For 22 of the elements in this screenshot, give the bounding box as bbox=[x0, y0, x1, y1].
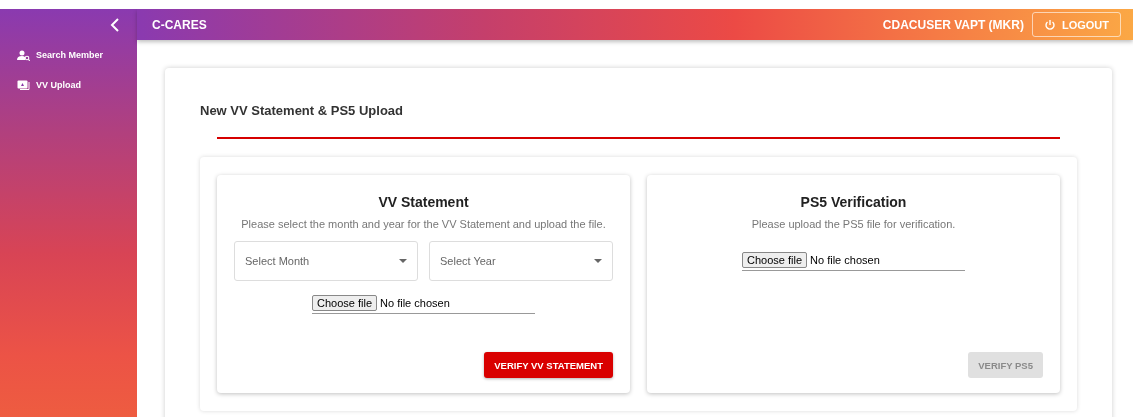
choose-file-button[interactable]: Choose file bbox=[742, 252, 808, 268]
screen-icon bbox=[17, 80, 30, 90]
card-title: VV Statement bbox=[377, 194, 470, 210]
card-description: Please select the month and year for the VV Statement and upload the file. bbox=[240, 217, 607, 232]
file-status: No file chosen bbox=[380, 297, 450, 309]
card-description: Please upload the PS5 file for verification. bbox=[750, 217, 957, 232]
power-icon bbox=[1043, 18, 1056, 31]
app-title: C-CARES bbox=[152, 17, 207, 32]
sidebar-item[interactable]: Search Member bbox=[0, 40, 137, 70]
card-title: PS5 Verification bbox=[799, 194, 908, 210]
choose-file-button[interactable]: Choose file bbox=[312, 295, 378, 311]
page-title: New VV Statement & PS5 Upload bbox=[200, 102, 404, 118]
collapse-icon[interactable] bbox=[110, 17, 120, 32]
file-status: No file chosen bbox=[810, 254, 880, 266]
dropdown-arrow-icon bbox=[399, 259, 407, 263]
user-name: CDACUSER VAPT (MKR) bbox=[882, 17, 1024, 32]
select-dropdown[interactable]: Select Month bbox=[234, 241, 418, 281]
sidebar-item[interactable]: VV Upload bbox=[0, 70, 137, 100]
select-dropdown[interactable]: Select Year bbox=[429, 241, 613, 281]
user-search-icon bbox=[17, 49, 30, 61]
verify-button[interactable]: VERIFY VV STATEMENT bbox=[484, 352, 613, 378]
dropdown-arrow-icon bbox=[594, 259, 602, 263]
